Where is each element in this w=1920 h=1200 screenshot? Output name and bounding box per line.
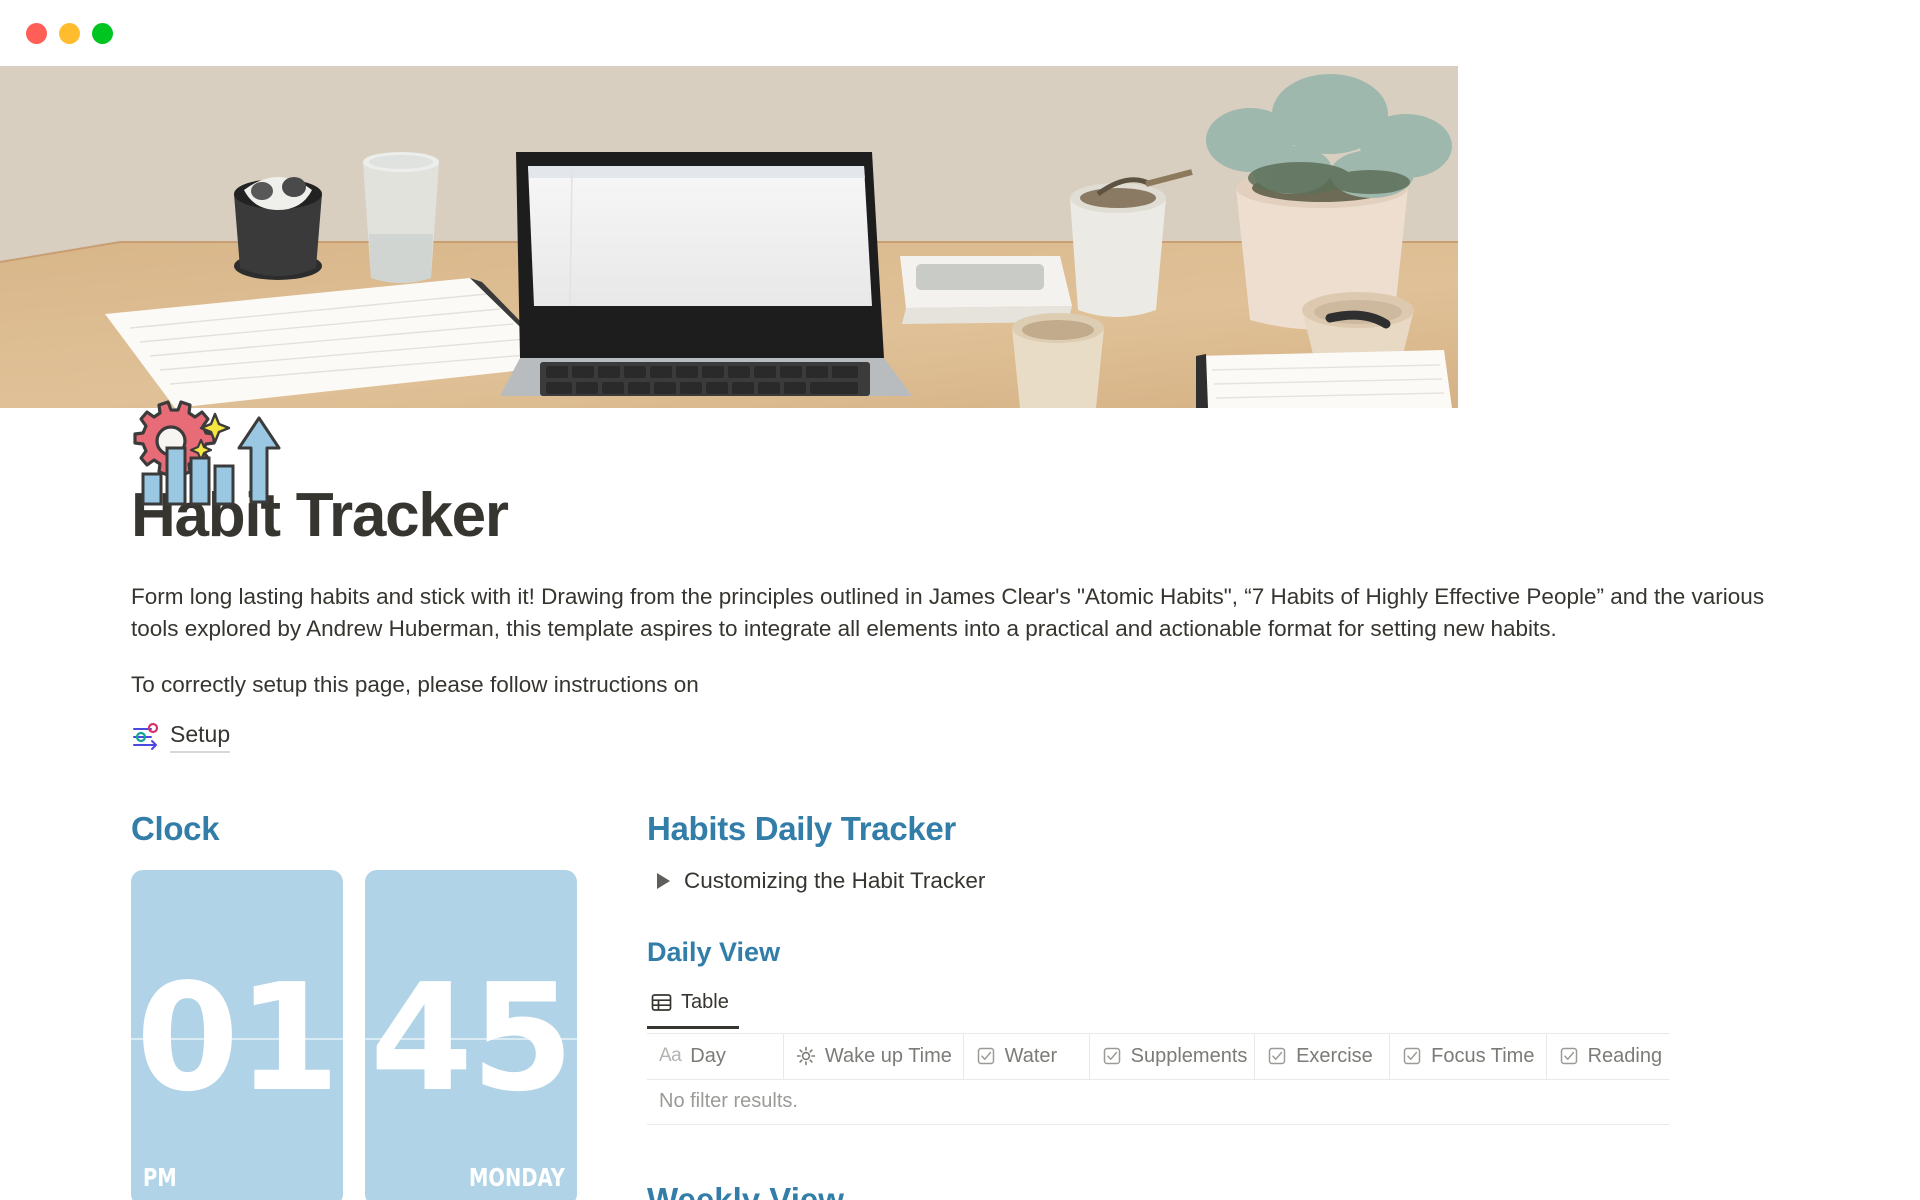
flip-card-hinge	[131, 1038, 343, 1041]
maximize-button[interactable]	[92, 22, 113, 44]
table-header-row: Aa Day Wake up Time Water Supplements Ex…	[647, 1033, 1669, 1080]
column-header-focus-time[interactable]: Focus Time	[1390, 1033, 1547, 1079]
setup-link-label: Setup	[170, 721, 231, 753]
flip-card-hinge	[365, 1038, 577, 1041]
checkbox-icon	[976, 1046, 996, 1066]
window-traffic-lights	[26, 22, 113, 44]
close-button[interactable]	[26, 22, 47, 44]
database-view-tabs: Table	[647, 989, 1831, 1033]
clock-weekday-label: MONDAY	[469, 1163, 565, 1193]
page-intro-paragraph: Form long lasting habits and stick with …	[131, 584, 1765, 642]
clock-heading: Clock	[131, 809, 220, 847]
column-header-day-label: Day	[690, 1044, 726, 1067]
daily-view-table: Aa Day Wake up Time Water Supplements Ex…	[647, 1032, 1669, 1125]
page-title: Habit Tracker	[131, 481, 509, 550]
flip-clock-hour-card: 01 PM	[131, 870, 343, 1200]
column-header-exercise-label: Exercise	[1296, 1044, 1373, 1067]
column-header-day[interactable]: Aa Day	[647, 1033, 784, 1079]
sun-icon	[796, 1046, 816, 1066]
sliders-settings-icon	[131, 722, 161, 752]
chevron-right-icon[interactable]	[657, 873, 670, 890]
minimize-button[interactable]	[59, 22, 80, 44]
page-setup-instruction: To correctly setup this page, please fol…	[131, 672, 699, 698]
clock-meridiem-label: PM	[143, 1163, 177, 1193]
column-header-water-label: Water	[1004, 1044, 1058, 1067]
table-empty-state: No filter results.	[647, 1080, 1669, 1125]
daily-view-heading: Daily View	[647, 937, 781, 968]
flip-clock-widget: 01 PM 45 MONDAY	[131, 870, 647, 1200]
page-body: Habit Tracker Form long lasting habits a…	[0, 400, 1920, 1200]
habits-daily-tracker-heading: Habits Daily Tracker	[647, 809, 956, 847]
tracker-column: Habits Daily Tracker Customizing the Hab…	[647, 809, 1831, 1200]
table-icon	[651, 992, 672, 1013]
column-header-reading[interactable]: Reading	[1547, 1034, 1669, 1079]
page-cover-image	[0, 66, 1920, 408]
column-header-exercise[interactable]: Exercise	[1255, 1033, 1391, 1079]
flip-clock-minute-card: 45 MONDAY	[365, 870, 577, 1200]
weekly-view-heading: Weekly View	[647, 1180, 844, 1200]
column-header-supplements[interactable]: Supplements	[1090, 1033, 1256, 1079]
gear-sparkle-bar-chart-icon	[131, 378, 283, 530]
text-aa-icon: Aa	[659, 1045, 682, 1067]
tab-table-label: Table	[681, 990, 729, 1013]
column-header-wake-up-time-label: Wake up Time	[824, 1044, 952, 1067]
column-header-water[interactable]: Water	[964, 1033, 1090, 1079]
window-titlebar	[0, 0, 1920, 66]
customizing-toggle[interactable]: Customizing the Habit Tracker	[647, 868, 1831, 894]
checkbox-icon	[1402, 1046, 1422, 1066]
setup-page-link[interactable]: Setup	[131, 721, 231, 753]
checkbox-icon	[1559, 1046, 1579, 1066]
column-header-reading-label: Reading	[1587, 1044, 1663, 1067]
column-header-focus-time-label: Focus Time	[1431, 1044, 1535, 1067]
tab-table[interactable]: Table	[647, 989, 739, 1029]
column-header-wake-up-time[interactable]: Wake up Time	[784, 1033, 964, 1079]
column-header-supplements-label: Supplements	[1130, 1044, 1248, 1067]
checkbox-icon	[1102, 1046, 1122, 1066]
clock-column: Clock 01 PM 45 MONDAY	[131, 809, 647, 1200]
two-column-layout: Clock 01 PM 45 MONDAY Habits Daily Track…	[131, 809, 1831, 1200]
customizing-toggle-label: Customizing the Habit Tracker	[684, 868, 986, 894]
checkbox-icon	[1267, 1046, 1287, 1066]
